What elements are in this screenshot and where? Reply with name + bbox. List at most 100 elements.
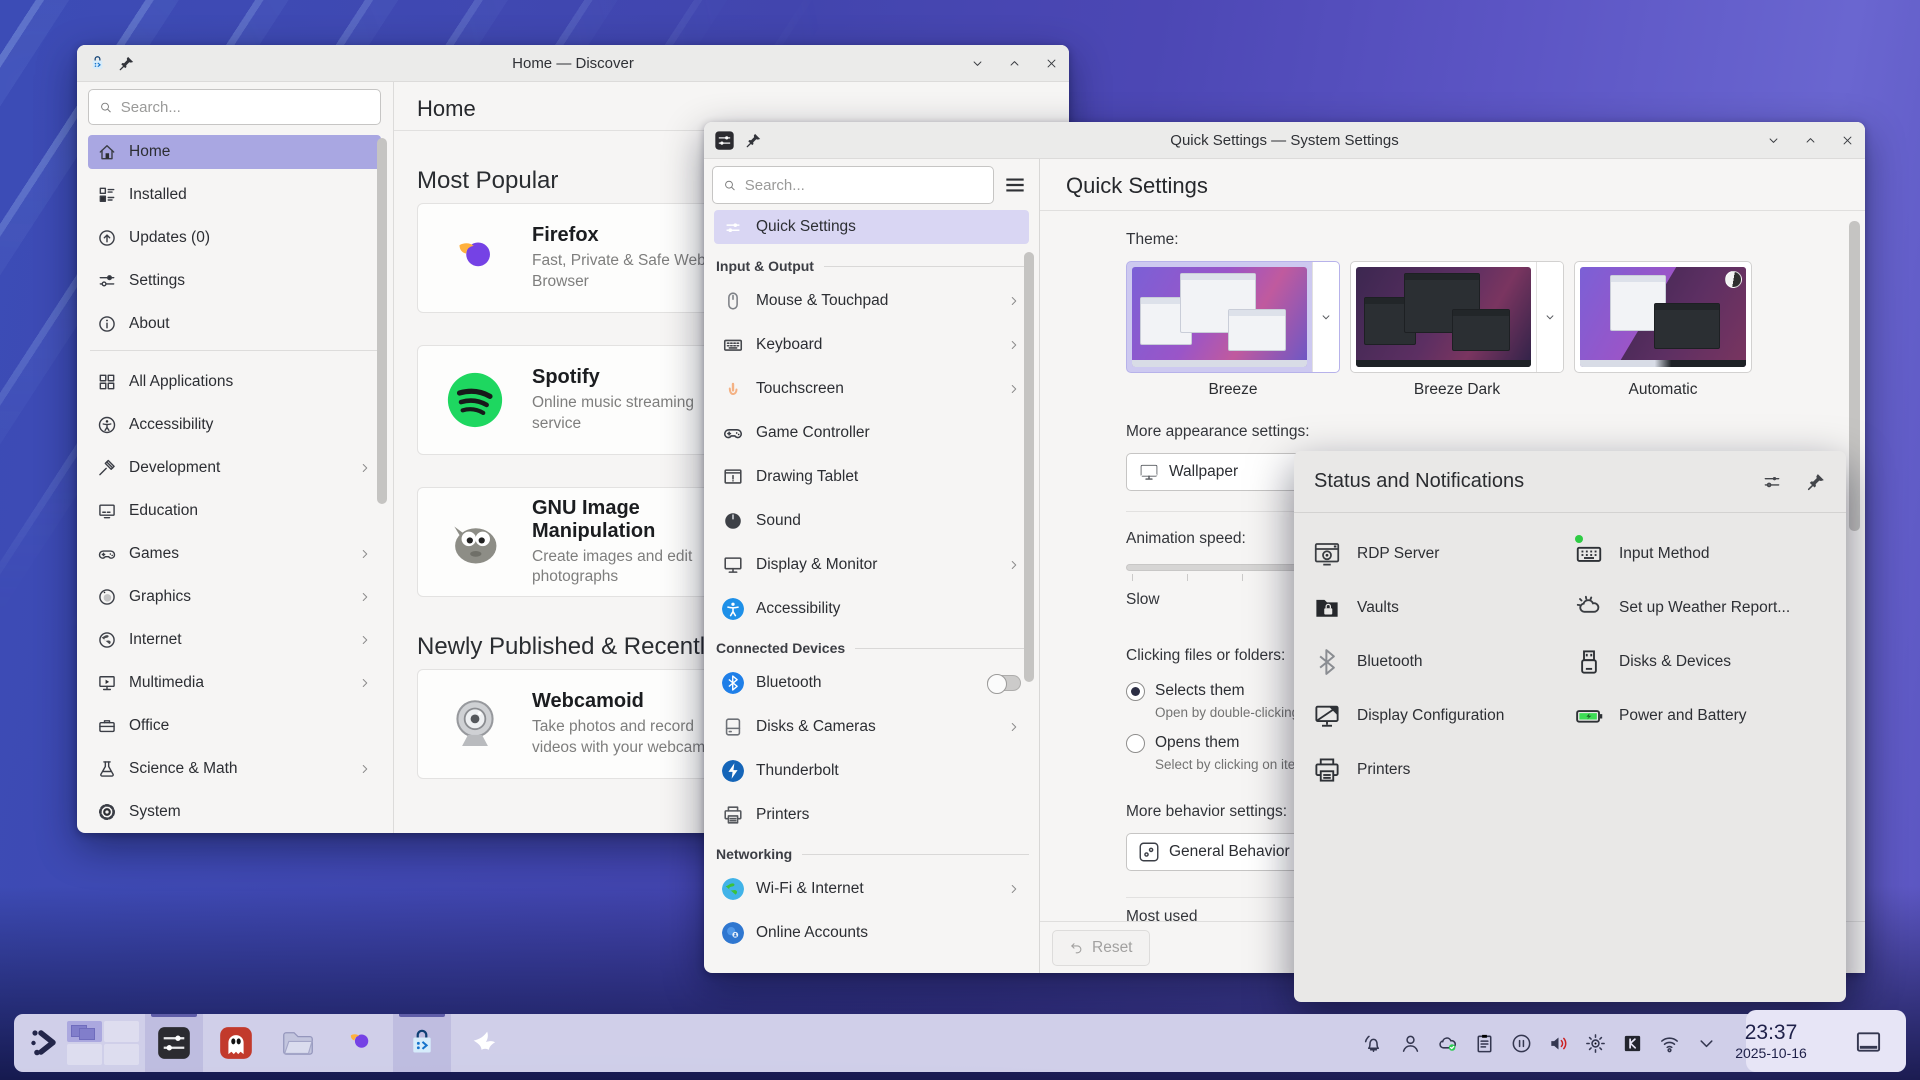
tray-expander-chevron-icon[interactable] — [1695, 1032, 1718, 1055]
sidebar-item-quick-settings[interactable]: Quick Settings — [714, 210, 1029, 244]
task-dolphin[interactable] — [269, 1014, 327, 1072]
sidebar-item-development[interactable]: Development — [88, 451, 381, 485]
pin-icon[interactable] — [1806, 472, 1826, 492]
radio-button-unselected[interactable] — [1126, 734, 1145, 753]
maximize-button[interactable] — [1007, 56, 1022, 71]
input-method-active-dot — [1575, 535, 1583, 543]
content-scrollbar[interactable] — [1849, 221, 1860, 531]
sidebar-item-office[interactable]: Office — [88, 709, 381, 743]
minimize-button[interactable] — [970, 56, 985, 71]
discover-titlebar[interactable]: Home — Discover — [77, 45, 1069, 82]
task-discover[interactable] — [393, 1014, 451, 1072]
radio-button-selected[interactable] — [1126, 682, 1145, 701]
theme-breeze-dropdown[interactable] — [1312, 262, 1339, 372]
sidebar-item-disks-cameras[interactable]: Disks & Cameras — [714, 710, 1029, 744]
theme-preview-breeze[interactable] — [1132, 267, 1307, 367]
popup-item-disks-devices[interactable]: Disks & Devices — [1574, 635, 1836, 689]
sidebar-item-education[interactable]: Education — [88, 494, 381, 528]
theme-card-automatic[interactable]: Automatic — [1574, 261, 1752, 399]
media-pause-icon[interactable] — [1510, 1032, 1533, 1055]
hamburger-menu-icon[interactable] — [1002, 172, 1028, 198]
sidebar-item-printers[interactable]: Printers — [714, 798, 1029, 832]
notifications-icon[interactable] — [1362, 1032, 1385, 1055]
sidebar-item-updates[interactable]: Updates (0) — [88, 221, 381, 255]
virtual-desktop-pager[interactable] — [67, 1021, 139, 1065]
sidebar-item-games[interactable]: Games — [88, 537, 381, 571]
sidebar-item-mouse-touchpad[interactable]: Mouse & Touchpad — [714, 284, 1029, 318]
close-button[interactable] — [1044, 56, 1059, 71]
sidebar-item-display-monitor[interactable]: Display & Monitor — [714, 548, 1029, 582]
kate-icon[interactable] — [1621, 1032, 1644, 1055]
pin-icon[interactable] — [745, 132, 762, 149]
sidebar-item-settings[interactable]: Settings — [88, 264, 381, 298]
pager-desktop-4[interactable] — [104, 1044, 139, 1065]
theme-breeze-dark-dropdown[interactable] — [1536, 262, 1563, 372]
clipboard-icon[interactable] — [1473, 1032, 1496, 1055]
popup-item-input-method[interactable]: Input Method — [1574, 527, 1836, 581]
settings-search[interactable] — [712, 166, 994, 204]
configure-icon[interactable] — [1762, 472, 1782, 492]
reset-button[interactable]: Reset — [1052, 930, 1150, 966]
sidebar-item-sound[interactable]: Sound — [714, 504, 1029, 538]
sidebar-item-all-applications[interactable]: All Applications — [88, 365, 381, 399]
sidebar-item-game-controller[interactable]: Game Controller — [714, 416, 1029, 450]
volume-icon[interactable] — [1547, 1032, 1570, 1055]
sidebar-item-wifi-internet[interactable]: Wi-Fi & Internet — [714, 872, 1029, 906]
popup-item-vaults[interactable]: Vaults — [1312, 581, 1574, 635]
bluetooth-toggle[interactable] — [987, 675, 1021, 691]
sidebar-item-about[interactable]: About — [88, 307, 381, 341]
sidebar-scrollbar[interactable] — [377, 138, 387, 504]
cloud-sync-icon[interactable] — [1436, 1032, 1459, 1055]
popup-item-rdp-server[interactable]: RDP Server — [1312, 527, 1574, 581]
discover-search[interactable] — [88, 89, 381, 125]
minimize-button[interactable] — [1766, 133, 1781, 148]
popup-item-bluetooth[interactable]: Bluetooth — [1312, 635, 1574, 689]
pager-desktop-1[interactable] — [67, 1021, 102, 1042]
sidebar-item-bluetooth[interactable]: Bluetooth — [714, 666, 1029, 700]
sidebar-item-installed[interactable]: Installed — [88, 178, 381, 212]
sidebar-item-online-accounts[interactable]: Online Accounts — [714, 916, 1029, 950]
popup-item-weather[interactable]: Set up Weather Report... — [1574, 581, 1836, 635]
user-switcher-icon[interactable] — [1399, 1032, 1422, 1055]
pager-desktop-3[interactable] — [67, 1044, 102, 1065]
system-settings-titlebar[interactable]: Quick Settings — System Settings — [704, 122, 1865, 159]
app-description: Take photos and record videos with your … — [532, 717, 732, 758]
theme-card-breeze[interactable]: Breeze — [1126, 261, 1340, 399]
task-ghostwriter[interactable] — [207, 1014, 265, 1072]
settings-search-input[interactable] — [745, 177, 983, 194]
sidebar-item-graphics[interactable]: Graphics — [88, 580, 381, 614]
sidebar-item-science-math[interactable]: Science & Math — [88, 752, 381, 786]
sidebar-item-internet[interactable]: Internet — [88, 623, 381, 657]
digital-clock[interactable]: 23:37 2025-10-16 — [1716, 1021, 1826, 1061]
maximize-button[interactable] — [1803, 133, 1818, 148]
system-settings-sidebar: Quick Settings Input & Output Mouse & To… — [704, 159, 1040, 973]
popup-item-display-configuration[interactable]: Display Configuration — [1312, 689, 1574, 743]
application-launcher-button[interactable] — [26, 1025, 62, 1061]
sidebar-item-thunderbolt[interactable]: Thunderbolt — [714, 754, 1029, 788]
theme-preview-automatic[interactable] — [1580, 267, 1746, 367]
rdp-server-icon — [1312, 539, 1342, 569]
task-system-settings[interactable] — [145, 1014, 203, 1072]
brightness-icon[interactable] — [1584, 1032, 1607, 1055]
sidebar-item-multimedia[interactable]: Multimedia — [88, 666, 381, 700]
pager-desktop-2[interactable] — [104, 1021, 139, 1042]
wifi-icon[interactable] — [1658, 1032, 1681, 1055]
sidebar-item-touchscreen[interactable]: Touchscreen — [714, 372, 1029, 406]
show-desktop-button[interactable] — [1855, 1030, 1882, 1054]
theme-preview-breeze-dark[interactable] — [1356, 267, 1531, 367]
sidebar-item-accessibility[interactable]: Accessibility — [714, 592, 1029, 626]
sidebar-item-accessibility[interactable]: Accessibility — [88, 408, 381, 442]
sidebar-item-drawing-tablet[interactable]: Drawing Tablet — [714, 460, 1029, 494]
sidebar-scrollbar[interactable] — [1024, 252, 1034, 682]
popup-item-power-battery[interactable]: Power and Battery — [1574, 689, 1836, 743]
task-falkon[interactable] — [455, 1014, 513, 1072]
close-button[interactable] — [1840, 133, 1855, 148]
discover-search-input[interactable] — [121, 99, 370, 116]
theme-card-breeze-dark[interactable]: Breeze Dark — [1350, 261, 1564, 399]
sidebar-item-home[interactable]: Home — [88, 135, 381, 169]
popup-item-printers[interactable]: Printers — [1312, 743, 1574, 797]
pin-icon[interactable] — [118, 55, 135, 72]
sidebar-item-system[interactable]: System — [88, 795, 381, 829]
task-firefox[interactable] — [331, 1014, 389, 1072]
sidebar-item-keyboard[interactable]: Keyboard — [714, 328, 1029, 362]
